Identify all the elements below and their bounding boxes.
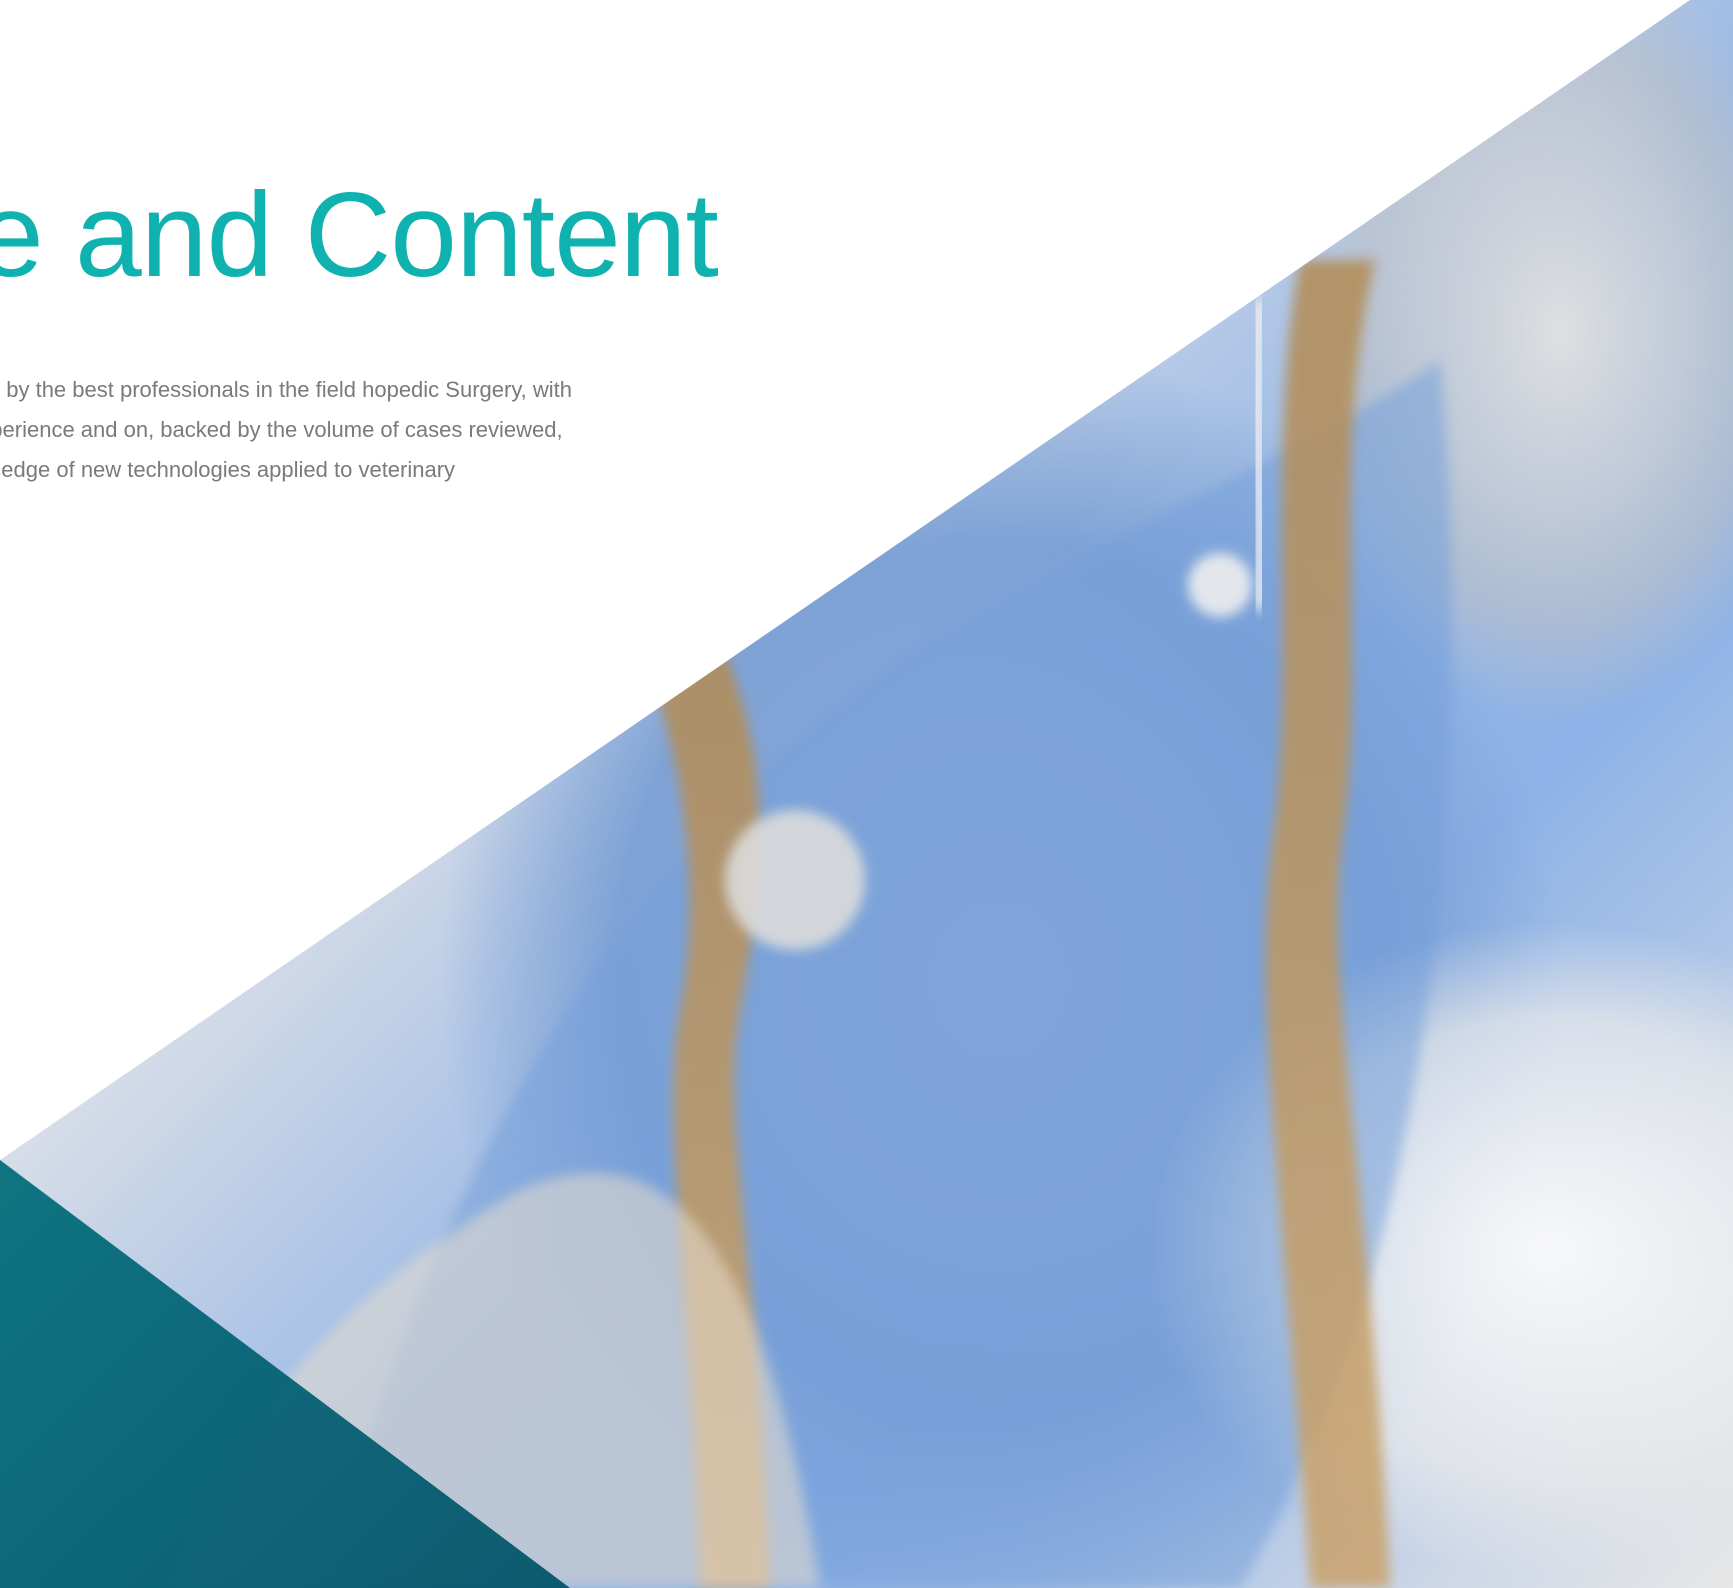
page: re and Content een designed by the best … bbox=[0, 0, 1733, 1588]
hero-description: een designed by the best professionals i… bbox=[0, 377, 573, 482]
hero-title: re and Content bbox=[0, 168, 719, 302]
